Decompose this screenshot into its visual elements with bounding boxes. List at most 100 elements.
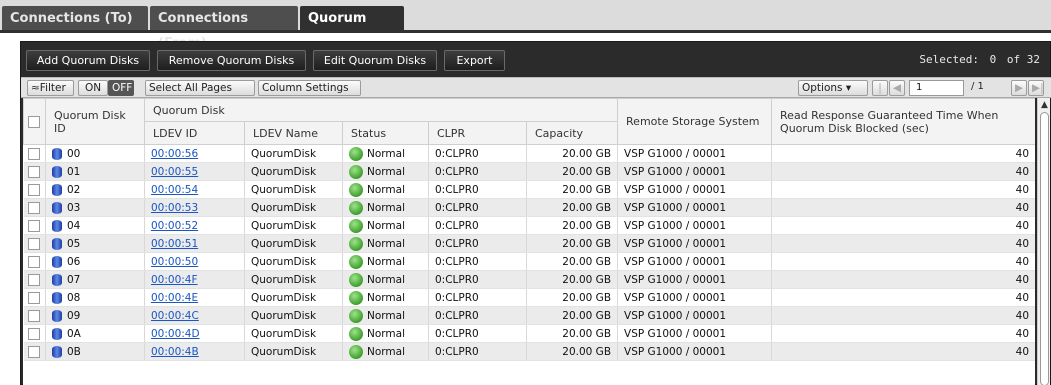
- status-cell: Normal: [342, 306, 429, 325]
- ldev-id-link[interactable]: 00:00:51: [151, 238, 198, 250]
- ldev-name: QuorumDisk: [244, 252, 343, 271]
- row-checkbox[interactable]: [27, 327, 40, 340]
- row-checkbox[interactable]: [27, 147, 40, 160]
- ldev-id-link[interactable]: 00:00:52: [151, 220, 198, 232]
- status-cell: Normal: [342, 216, 429, 235]
- add-quorum-disks-button[interactable]: Add Quorum Disks: [26, 50, 150, 71]
- table-row[interactable]: 0A 00:00:4D QuorumDisk Normal 0:CLPR0 20.00 G…: [23, 324, 1035, 343]
- row-checkbox-cell: [23, 198, 46, 217]
- row-checkbox[interactable]: [27, 165, 40, 178]
- page-prev-icon[interactable]: ◀: [889, 80, 905, 96]
- quorum-disk-icon: [52, 255, 62, 268]
- header-status[interactable]: Status: [342, 121, 429, 145]
- ldev-id-cell: 00:00:53: [144, 198, 245, 217]
- clpr: 0:CLPR0: [428, 162, 527, 181]
- page-last-icon[interactable]: ▶|: [1028, 80, 1044, 96]
- ldev-id-link[interactable]: 00:00:53: [151, 202, 198, 214]
- tab-quorum-disks[interactable]: Quorum Disks: [300, 6, 404, 51]
- table-row[interactable]: 08 00:00:4E QuorumDisk Normal 0:CLPR0 20.00 G…: [23, 288, 1035, 307]
- header-remote-storage[interactable]: Remote Storage System: [617, 98, 773, 145]
- row-checkbox[interactable]: [27, 219, 40, 232]
- row-checkbox[interactable]: [27, 255, 40, 268]
- page-first-icon[interactable]: |◀: [872, 80, 888, 108]
- row-checkbox[interactable]: [27, 291, 40, 304]
- ldev-id-link[interactable]: 00:00:4F: [151, 274, 198, 286]
- select-all-checkbox[interactable]: [28, 116, 40, 128]
- quorum-disk-id: 01: [67, 165, 81, 178]
- vertical-scrollbar[interactable]: ▲: [1037, 98, 1050, 385]
- status-normal-icon: [349, 164, 363, 179]
- scroll-up-icon[interactable]: ▲: [1039, 100, 1050, 110]
- ldev-id-link[interactable]: 00:00:55: [151, 166, 198, 178]
- ldev-id-cell: 00:00:4B: [144, 342, 245, 361]
- table-row[interactable]: 09 00:00:4C QuorumDisk Normal 0:CLPR0 20.00 G…: [23, 306, 1035, 325]
- row-checkbox[interactable]: [27, 201, 40, 214]
- filter-off-button[interactable]: OFF: [108, 80, 134, 96]
- header-capacity[interactable]: Capacity: [525, 121, 619, 145]
- header-quorum-disk-id[interactable]: Quorum Disk ID: [45, 98, 145, 145]
- edit-quorum-disks-button[interactable]: Edit Quorum Disks: [313, 50, 437, 71]
- header-ldev-name[interactable]: LDEV Name: [244, 121, 343, 145]
- scroll-thumb[interactable]: [1040, 112, 1049, 385]
- read-response-time: 40: [771, 180, 1035, 199]
- table-row[interactable]: 04 00:00:52 QuorumDisk Normal 0:CLPR0 20.00 G…: [23, 216, 1035, 235]
- status-text: Normal: [367, 309, 405, 322]
- status-text: Normal: [367, 237, 405, 250]
- table-row[interactable]: 06 00:00:50 QuorumDisk Normal 0:CLPR0 20.00 G…: [23, 252, 1035, 271]
- ldev-id-link[interactable]: 00:00:4D: [151, 328, 200, 340]
- ldev-id-link[interactable]: 00:00:56: [151, 148, 198, 160]
- ldev-id-link[interactable]: 00:00:54: [151, 184, 198, 196]
- quorum-disk-id-cell: 02: [45, 180, 145, 199]
- remove-quorum-disks-button[interactable]: Remove Quorum Disks: [157, 50, 306, 71]
- page-next-icon[interactable]: ▶: [1011, 80, 1027, 96]
- export-button[interactable]: Export: [444, 50, 505, 71]
- quorum-disk-id-cell: 04: [45, 216, 145, 235]
- quorum-disk-id-cell: 01: [45, 162, 145, 181]
- clpr: 0:CLPR0: [428, 342, 527, 361]
- status-text: Normal: [367, 273, 405, 286]
- table-row[interactable]: 00 00:00:56 QuorumDisk Normal 0:CLPR0 20.00 G…: [23, 144, 1035, 163]
- ldev-name: QuorumDisk: [244, 198, 343, 217]
- ldev-name: QuorumDisk: [244, 288, 343, 307]
- status-text: Normal: [367, 183, 405, 196]
- ldev-id-link[interactable]: 00:00:50: [151, 256, 198, 268]
- filter-on-button[interactable]: ON: [78, 80, 108, 96]
- table-row[interactable]: 02 00:00:54 QuorumDisk Normal 0:CLPR0 20.00 G…: [23, 180, 1035, 199]
- column-settings-button[interactable]: Column Settings: [258, 80, 361, 96]
- selection-counter: Selected: 0 of 32: [915, 53, 1040, 66]
- header-read-response[interactable]: Read Response Guaranteed Time When Quoru…: [771, 98, 1035, 145]
- tab-connections-to[interactable]: Connections (To): [2, 6, 148, 31]
- row-checkbox[interactable]: [27, 237, 40, 250]
- table-row[interactable]: 01 00:00:55 QuorumDisk Normal 0:CLPR0 20.00 G…: [23, 162, 1035, 181]
- row-checkbox[interactable]: [27, 273, 40, 286]
- status-text: Normal: [367, 327, 405, 340]
- options-dropdown[interactable]: Options ▾: [798, 80, 868, 96]
- status-cell: Normal: [342, 234, 429, 253]
- remote-storage: VSP G1000 / 00001: [617, 342, 773, 361]
- ldev-id-cell: 00:00:4D: [144, 324, 245, 343]
- table-row[interactable]: 07 00:00:4F QuorumDisk Normal 0:CLPR0 20.00 G…: [23, 270, 1035, 289]
- header-ldev-id[interactable]: LDEV ID: [144, 121, 245, 145]
- status-normal-icon: [349, 182, 363, 197]
- quorum-disk-icon: [52, 327, 62, 340]
- ldev-id-link[interactable]: 00:00:4E: [151, 292, 198, 304]
- ldev-id-link[interactable]: 00:00:4B: [151, 346, 199, 358]
- filter-toggle-button[interactable]: ≈Filter: [27, 80, 74, 96]
- read-response-time: 40: [771, 306, 1035, 325]
- row-checkbox[interactable]: [27, 183, 40, 196]
- tab-connections-from[interactable]: Connections (From): [150, 6, 298, 51]
- table-row[interactable]: 0B 00:00:4B QuorumDisk Normal 0:CLPR0 20.00 G…: [23, 342, 1035, 361]
- header-clpr[interactable]: CLPR: [428, 121, 527, 145]
- row-checkbox[interactable]: [27, 345, 40, 358]
- select-all-pages-button[interactable]: Select All Pages: [145, 80, 255, 96]
- ldev-id-cell: 00:00:4C: [144, 306, 245, 325]
- row-checkbox-cell: [23, 162, 46, 181]
- table-row[interactable]: 03 00:00:53 QuorumDisk Normal 0:CLPR0 20.00 G…: [23, 198, 1035, 217]
- ldev-id-link[interactable]: 00:00:4C: [151, 310, 199, 322]
- ldev-id-cell: 00:00:54: [144, 180, 245, 199]
- row-checkbox[interactable]: [27, 309, 40, 322]
- table-row[interactable]: 05 00:00:51 QuorumDisk Normal 0:CLPR0 20.00 G…: [23, 234, 1035, 253]
- status-normal-icon: [349, 326, 363, 341]
- quorum-disk-id-cell: 05: [45, 234, 145, 253]
- page-number-input[interactable]: 1: [909, 80, 964, 96]
